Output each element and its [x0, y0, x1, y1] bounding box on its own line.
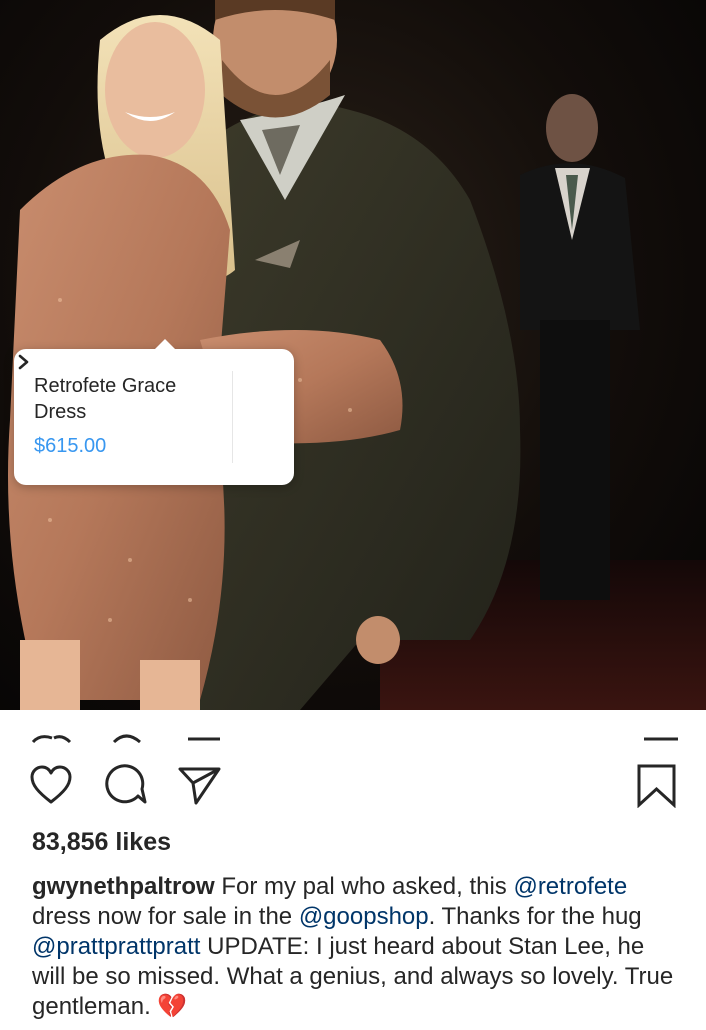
- likes-count[interactable]: 83,856 likes: [32, 828, 171, 857]
- heart-icon[interactable]: [28, 762, 74, 808]
- partial-action-row: [0, 710, 706, 744]
- mention-link[interactable]: @prattprattpratt: [32, 933, 200, 960]
- post-actions: [0, 760, 706, 810]
- caption-text: dress now for sale in the: [32, 903, 299, 930]
- post-photo[interactable]: Retrofete Grace Dress $615.00: [0, 0, 706, 710]
- product-tag[interactable]: Retrofete Grace Dress $615.00: [14, 339, 294, 485]
- caption-text: For my pal who asked, this: [214, 873, 514, 900]
- broken-heart-emoji: 💔: [157, 993, 188, 1020]
- mention-link[interactable]: @retrofete: [513, 873, 627, 900]
- product-price: $615.00: [34, 435, 107, 457]
- tag-divider: [232, 371, 233, 463]
- partial-icons: [31, 734, 678, 744]
- product-name: Retrofete Grace Dress: [34, 375, 177, 423]
- bookmark-icon[interactable]: [634, 762, 680, 808]
- caption-username[interactable]: gwynethpaltrow: [32, 873, 215, 900]
- caption-text: . Thanks for the hug: [428, 903, 642, 930]
- product-tag-info: Retrofete Grace Dress $615.00: [34, 373, 234, 458]
- chevron-right-icon[interactable]: [14, 349, 36, 375]
- comment-icon[interactable]: [102, 762, 148, 808]
- mention-link[interactable]: @goopshop: [299, 903, 429, 930]
- post-caption: gwynethpaltrow For my pal who asked, thi…: [32, 872, 682, 1022]
- direct-share-icon[interactable]: [176, 762, 222, 808]
